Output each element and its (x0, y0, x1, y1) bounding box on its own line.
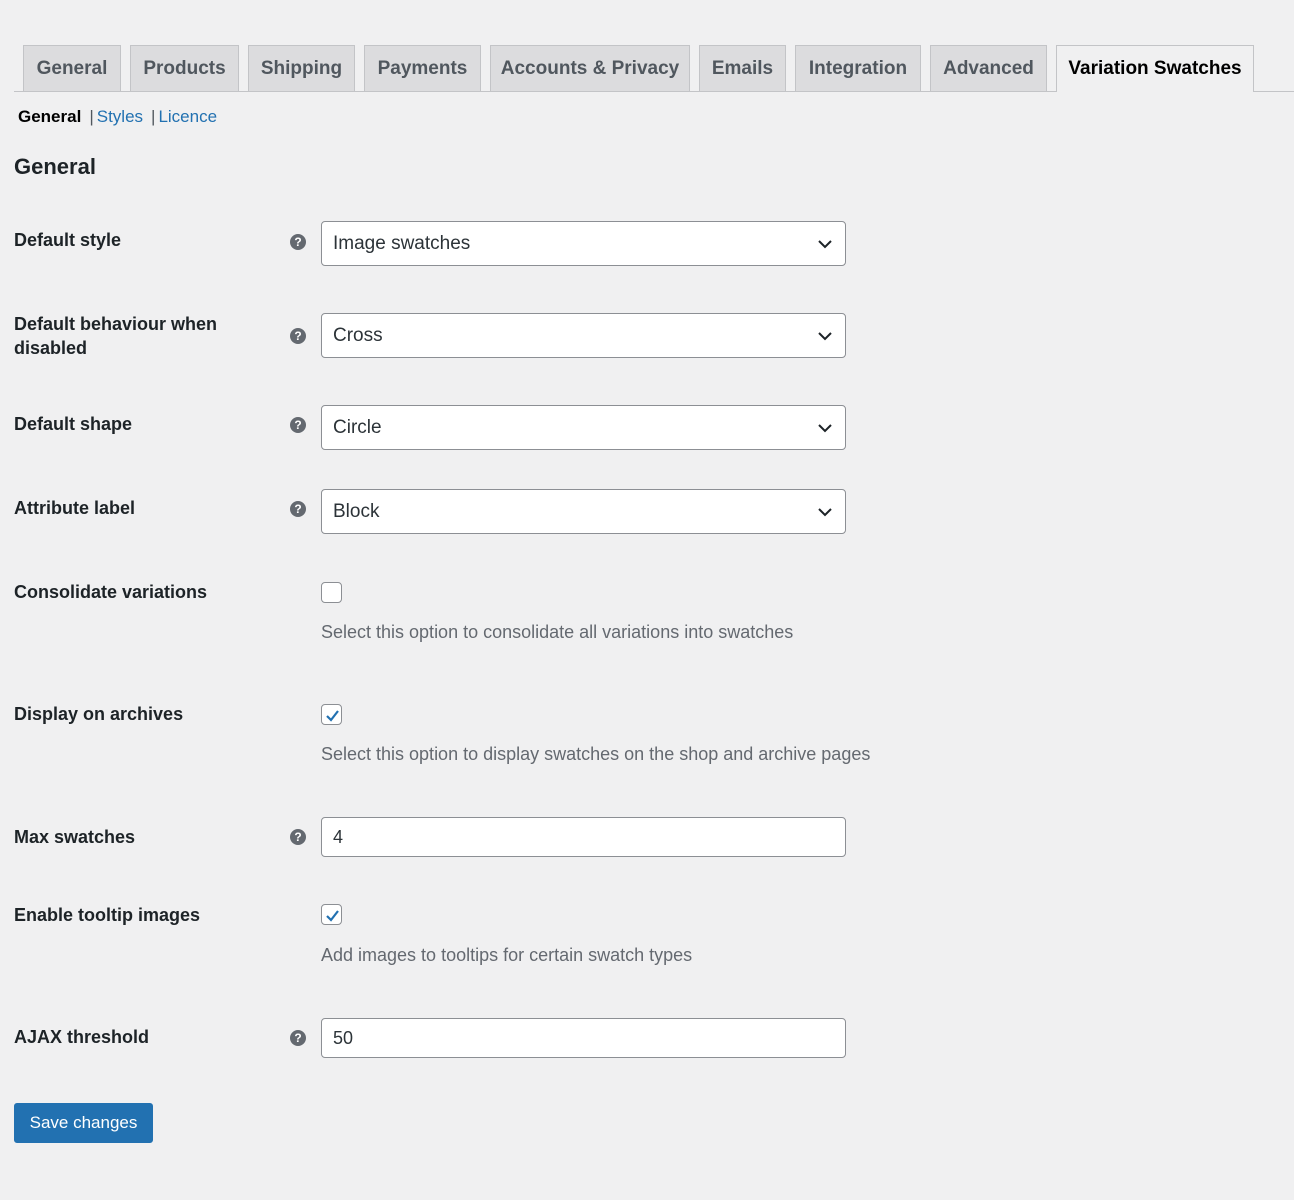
default-style-label: Default style (14, 230, 122, 250)
default-shape-label: Default shape (14, 414, 133, 434)
max-swatches-label: Max swatches (14, 827, 136, 847)
help-icon[interactable]: ? (290, 328, 306, 344)
subnav-licence-link[interactable]: Licence (158, 107, 217, 127)
ajax-threshold-label: AJAX threshold (14, 1027, 150, 1047)
display-archives-label: Display on archives (14, 704, 184, 724)
chevron-down-icon (818, 508, 832, 517)
default-behaviour-label: Default behaviour when disabled (14, 312, 264, 360)
chevron-down-icon (818, 424, 832, 433)
default-shape-select[interactable]: Circle (321, 405, 846, 450)
ajax-threshold-input[interactable] (321, 1018, 846, 1058)
attribute-label-value: Block (333, 500, 380, 522)
subnav-general: General (18, 107, 82, 126)
tab-accounts-privacy[interactable]: Accounts & Privacy (490, 45, 690, 91)
tab-emails[interactable]: Emails (699, 45, 786, 91)
save-changes-button[interactable]: Save changes (14, 1103, 153, 1143)
default-behaviour-label-line1: Default behaviour when (14, 314, 218, 334)
subnav-styles-link[interactable]: Styles (97, 107, 143, 127)
default-shape-value: Circle (333, 416, 382, 438)
subnav-separator: | (151, 107, 156, 126)
default-behaviour-select[interactable]: Cross (321, 313, 846, 358)
subnav-separator: | (89, 107, 94, 126)
sub-navigation: General | Styles | Licence (18, 106, 217, 128)
checkmark-icon (326, 910, 339, 922)
tab-general[interactable]: General (23, 45, 121, 91)
tooltip-images-checkbox[interactable] (321, 904, 342, 925)
tooltip-images-description: Add images to tooltips for certain swatc… (321, 945, 693, 965)
default-behaviour-label-line2: disabled (14, 338, 88, 358)
chevron-down-icon (818, 240, 832, 249)
attribute-label-label: Attribute label (14, 498, 136, 518)
checkmark-icon (326, 710, 339, 722)
tab-products[interactable]: Products (130, 45, 239, 91)
help-icon[interactable]: ? (290, 234, 306, 250)
tab-advanced[interactable]: Advanced (930, 45, 1047, 91)
attribute-label-select[interactable]: Block (321, 489, 846, 534)
default-style-value: Image swatches (333, 232, 471, 254)
tab-payments[interactable]: Payments (364, 45, 481, 91)
help-icon[interactable]: ? (290, 1030, 306, 1046)
tab-integration[interactable]: Integration (795, 45, 921, 91)
consolidate-variations-checkbox[interactable] (321, 582, 342, 603)
display-archives-checkbox[interactable] (321, 704, 342, 725)
tooltip-images-label: Enable tooltip images (14, 905, 201, 925)
chevron-down-icon (818, 332, 832, 341)
default-style-select[interactable]: Image swatches (321, 221, 846, 266)
tab-variation-swatches[interactable]: Variation Swatches (1056, 45, 1254, 92)
display-archives-description: Select this option to display swatches o… (321, 744, 871, 764)
section-title: General (14, 154, 96, 179)
help-icon[interactable]: ? (290, 829, 306, 845)
default-behaviour-value: Cross (333, 324, 383, 346)
help-icon[interactable]: ? (290, 417, 306, 433)
consolidate-variations-description: Select this option to consolidate all va… (321, 622, 794, 642)
help-icon[interactable]: ? (290, 501, 306, 517)
max-swatches-input[interactable] (321, 817, 846, 857)
consolidate-variations-label: Consolidate variations (14, 582, 208, 602)
tab-shipping[interactable]: Shipping (248, 45, 355, 91)
